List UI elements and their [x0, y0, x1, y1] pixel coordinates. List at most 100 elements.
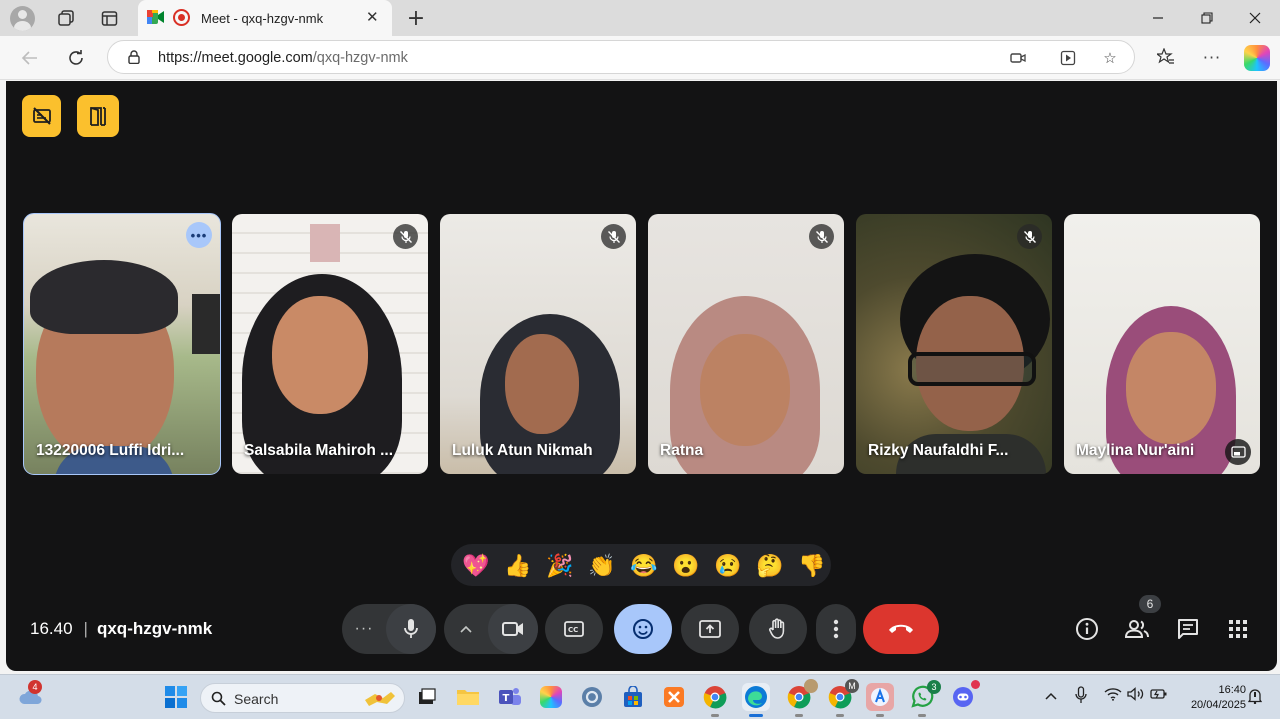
- reaction-clapping[interactable]: 👏: [587, 551, 617, 581]
- meeting-details-button[interactable]: [1072, 614, 1102, 644]
- meeting-code[interactable]: qxq-hzgv-nmk: [97, 619, 212, 638]
- participant-tile[interactable]: ••• 13220006 Luffi Idri...: [23, 213, 221, 475]
- favorites-icon[interactable]: [1156, 47, 1176, 67]
- minimize-button[interactable]: [1146, 6, 1170, 30]
- back-button[interactable]: [17, 45, 43, 71]
- reaction-surprised[interactable]: 😮: [671, 551, 701, 581]
- raise-hand-button[interactable]: [749, 604, 807, 654]
- microphone-button[interactable]: [386, 604, 436, 654]
- chat-button[interactable]: [1173, 614, 1203, 644]
- chrome-profile-avatar: [804, 679, 818, 693]
- restore-button[interactable]: [1195, 6, 1219, 30]
- reaction-crying[interactable]: 😢: [713, 551, 743, 581]
- address-bar[interactable]: https://meet.google.com/qxq-hzgv-nmk ☆: [107, 40, 1135, 74]
- captions-off-button[interactable]: [22, 95, 61, 137]
- file-explorer-icon[interactable]: [454, 683, 482, 711]
- battery-icon[interactable]: [1150, 688, 1168, 704]
- taskbar-clock[interactable]: 16:40 20/04/2025: [1176, 683, 1246, 713]
- workspaces-icon[interactable]: [54, 6, 78, 30]
- reload-button[interactable]: [63, 45, 89, 71]
- reaction-party-popper[interactable]: 🎉: [545, 551, 575, 581]
- present-screen-button[interactable]: [681, 604, 739, 654]
- show-hidden-icons-chevron-icon[interactable]: [1045, 688, 1057, 704]
- search-icon: [211, 691, 226, 706]
- meet-stage: ••• 13220006 Luffi Idri... Salsabila Mah…: [6, 81, 1277, 671]
- participant-name: 13220006 Luffi Idri...: [36, 442, 185, 459]
- teams-icon[interactable]: T: [496, 683, 524, 711]
- chrome-icon[interactable]: [701, 683, 729, 717]
- volume-icon[interactable]: [1127, 687, 1145, 705]
- xampp-icon[interactable]: [660, 683, 688, 711]
- profile-avatar-icon[interactable]: [10, 6, 35, 31]
- participant-tile[interactable]: Rizky Naufaldhi F...: [856, 214, 1052, 474]
- wifi-icon[interactable]: [1104, 687, 1122, 705]
- reaction-thinking[interactable]: 🤔: [755, 551, 785, 581]
- participant-count-badge: 6: [1139, 595, 1161, 613]
- meeting-separator: |: [83, 619, 88, 638]
- clock-time: 16:40: [1218, 684, 1246, 696]
- muted-mic-icon: [1017, 224, 1042, 249]
- participant-tile[interactable]: Luluk Atun Nikmah: [440, 214, 636, 474]
- door-icon: [90, 107, 106, 126]
- settings-more-icon[interactable]: ···: [1202, 47, 1222, 67]
- new-tab-button[interactable]: +: [404, 6, 428, 31]
- chevron-up-icon: [460, 625, 472, 633]
- leave-room-button[interactable]: [77, 95, 119, 137]
- more-options-button[interactable]: [816, 604, 856, 654]
- taskbar-search[interactable]: Search: [200, 683, 405, 713]
- reaction-thumbs-down[interactable]: 👎: [797, 551, 827, 581]
- edge-icon[interactable]: [742, 683, 770, 717]
- people-icon: [1124, 620, 1149, 638]
- video-options-button[interactable]: [444, 604, 488, 654]
- camera-button[interactable]: [488, 604, 538, 654]
- whatsapp-icon[interactable]: 3: [908, 680, 941, 717]
- picture-in-picture-icon[interactable]: [1225, 439, 1251, 465]
- tray-microphone-icon[interactable]: [1075, 686, 1087, 708]
- chrome-profile-icon[interactable]: [785, 679, 818, 717]
- reaction-sparkling-heart[interactable]: 💖: [461, 551, 491, 581]
- discord-icon[interactable]: [949, 680, 980, 711]
- reaction-thumbs-up[interactable]: 👍: [503, 551, 533, 581]
- favorite-star-icon[interactable]: ☆: [1100, 48, 1120, 68]
- reaction-tears-of-joy[interactable]: 😂: [629, 551, 659, 581]
- audio-controls: ···: [342, 604, 436, 654]
- audio-options-button[interactable]: ···: [342, 604, 386, 654]
- active-tab[interactable]: Meet - qxq-hzgv-nmk ✕: [138, 0, 392, 36]
- info-icon: [1076, 618, 1098, 640]
- url-host: https://meet.google.com: [158, 50, 313, 66]
- participant-name: Salsabila Mahiroh ...: [244, 442, 394, 459]
- copilot-icon[interactable]: [1244, 45, 1270, 71]
- glasses-icon: [908, 352, 1036, 386]
- microsoft-store-icon[interactable]: [619, 683, 647, 711]
- notifications-icon[interactable]: [1247, 688, 1263, 708]
- more-options-button[interactable]: •••: [186, 222, 212, 248]
- videocam-icon: [502, 622, 523, 636]
- search-highlight-icon: [365, 692, 395, 706]
- reactions-bar: 💖 👍 🎉 👏 😂 😮 😢 🤔 👎: [451, 544, 831, 586]
- meet-pwa-icon[interactable]: [866, 683, 894, 717]
- activities-button[interactable]: [1223, 614, 1253, 644]
- app-available-icon[interactable]: [1058, 48, 1078, 68]
- participant-name: Rizky Naufaldhi F...: [868, 442, 1009, 459]
- chrome-profile-m-icon[interactable]: M: [826, 679, 859, 717]
- participant-tile[interactable]: Maylina Nur'aini: [1064, 214, 1260, 474]
- emoji-reactions-button[interactable]: [614, 604, 672, 654]
- leave-call-button[interactable]: [863, 604, 939, 654]
- whatsapp-badge: 3: [927, 680, 941, 694]
- start-button[interactable]: [162, 683, 190, 711]
- close-window-button[interactable]: [1243, 6, 1267, 30]
- edge-dev-icon[interactable]: [578, 683, 606, 711]
- tab-close-icon[interactable]: ✕: [366, 8, 379, 26]
- vertical-tabs-icon[interactable]: [97, 6, 121, 30]
- participant-tile[interactable]: Ratna: [648, 214, 844, 474]
- copilot-app-icon[interactable]: [537, 683, 565, 711]
- camera-in-use-icon[interactable]: [1008, 48, 1028, 68]
- task-view-icon[interactable]: [413, 683, 441, 711]
- participant-tile[interactable]: Salsabila Mahiroh ...: [232, 214, 428, 474]
- people-button[interactable]: [1122, 614, 1152, 644]
- lock-icon[interactable]: [128, 50, 140, 64]
- present-screen-icon: [699, 620, 721, 638]
- captions-button[interactable]: CC: [545, 604, 603, 654]
- meeting-time: 16.40: [30, 619, 73, 638]
- weather-widget-icon[interactable]: 4: [16, 680, 44, 711]
